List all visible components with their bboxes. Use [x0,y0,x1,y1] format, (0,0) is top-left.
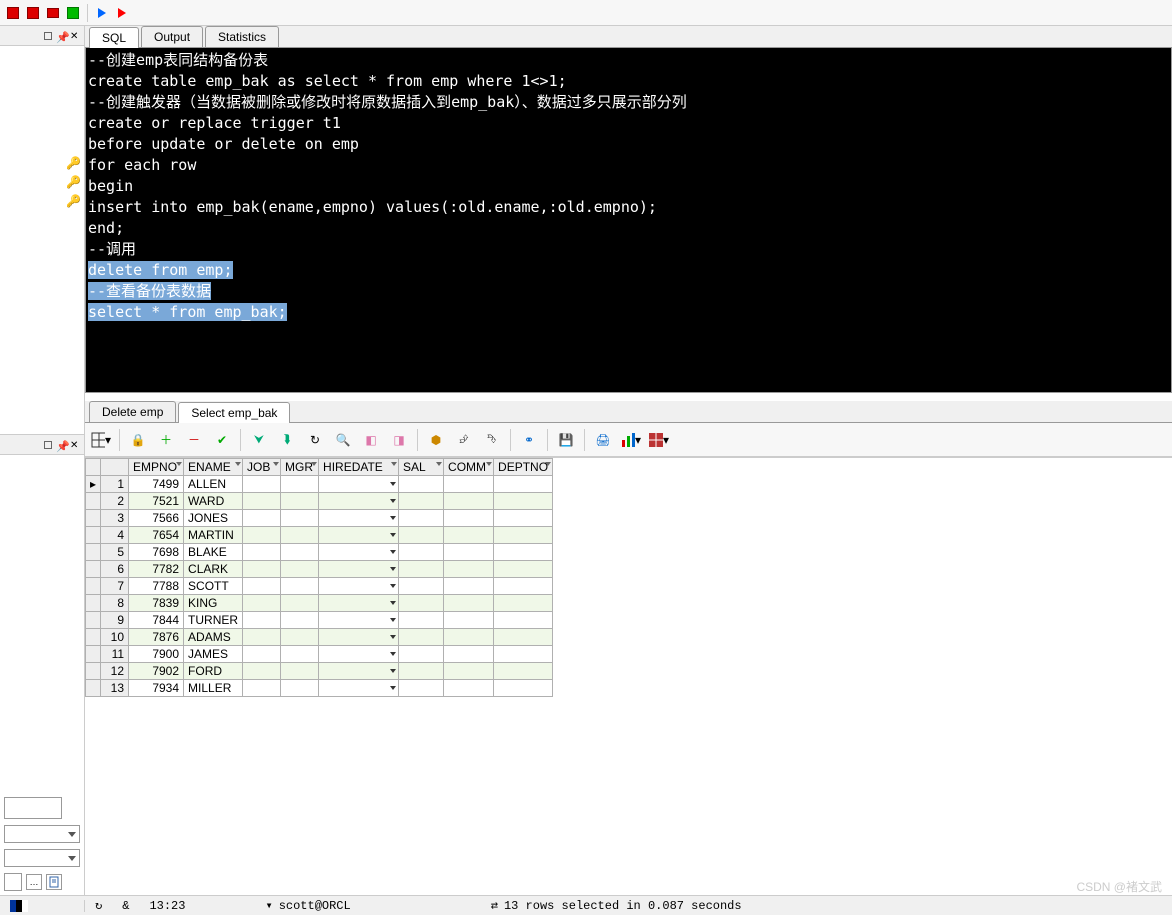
right-panel: SQL Output Statistics --创建emp表同结构备份表crea… [85,26,1172,895]
doc-icon [49,876,59,888]
eraser2-icon[interactable]: ◨ [389,430,409,450]
find-icon[interactable]: 🔍 [333,430,353,450]
sep [119,429,120,451]
panel-close2-icon[interactable]: ✕ [70,440,80,450]
result-tabs: Delete emp Select emp_bak [85,401,1172,423]
watermark: CSDN @褚文武 [1076,878,1162,895]
small-box[interactable] [4,873,22,891]
key-green-icon[interactable]: 🔑 [66,156,80,170]
refresh-icon[interactable]: ↻ [305,430,325,450]
check-icon[interactable]: ✔ [212,430,232,450]
sep [584,429,585,451]
sep [240,429,241,451]
tab-select-empbak[interactable]: Select emp_bak [178,402,290,423]
col-empno[interactable]: EMPNO [129,459,184,476]
tab-statistics[interactable]: Statistics [205,26,279,47]
status-conn[interactable]: ▾ scott@ORCL [255,898,360,913]
panel-restore2-icon[interactable] [44,441,52,449]
bar-chart-icon [621,432,635,448]
col-deptno[interactable]: DEPTNO [494,459,553,476]
combo-2[interactable] [4,849,80,867]
doc-button[interactable] [46,874,62,890]
save-icon[interactable]: 💾 [556,430,576,450]
col-job[interactable]: JOB [243,459,281,476]
key-gray1-icon[interactable]: 🔑 [66,175,80,189]
left-upper-header: 📌 ✕ [0,26,84,46]
left-lower-header: 📌 ✕ [0,435,84,455]
sep [547,429,548,451]
editor-tabs: SQL Output Statistics [85,26,1172,48]
col-hiredate[interactable]: HIREDATE [319,459,399,476]
eraser-icon[interactable]: ◧ [361,430,381,450]
col-sal[interactable]: SAL [399,459,444,476]
tab-output[interactable]: Output [141,26,203,47]
result-grid[interactable]: EMPNOENAMEJOBMGRHIREDATESALCOMMDEPTNO▸17… [85,458,553,697]
plus-icon[interactable]: ＋ [156,430,176,450]
link-icon[interactable]: ⚭ [519,430,539,450]
export-icon[interactable]: ⮵ [454,430,474,450]
cube-green-icon[interactable] [64,4,82,22]
left-lower-panel: … [0,455,84,895]
grid2-icon[interactable]: ▾ [649,430,669,450]
panel-pin2-icon[interactable]: 📌 [56,440,66,450]
lock-icon[interactable]: 🔒 [128,430,148,450]
cube-red-icon[interactable] [4,4,22,22]
col-ename[interactable]: ENAME [184,459,243,476]
sep [510,429,511,451]
tab-delete-emp[interactable]: Delete emp [89,401,176,422]
dots-button[interactable]: … [26,874,42,890]
import-icon[interactable]: ⮷ [482,430,502,450]
main-toolbar [0,0,1172,26]
result-grid-area[interactable]: EMPNOENAMEJOBMGRHIREDATESALCOMMDEPTNO▸17… [85,457,1172,895]
cube-icon[interactable]: ⬢ [426,430,446,450]
sql-editor[interactable]: --创建emp表同结构备份表create table emp_bak as se… [85,48,1172,393]
print-icon[interactable]: 🖨 [593,430,613,450]
key-gray2-icon[interactable]: 🔑 [66,194,80,208]
panel-close-icon[interactable]: ✕ [70,31,80,41]
arrow-red-icon[interactable] [113,4,131,22]
arrow-blue-icon[interactable] [93,4,111,22]
left-panel: 📌 ✕ 🔑 🔑 🔑 📌 ✕ … [0,26,85,895]
tab-sql[interactable]: SQL [89,27,139,48]
grid-icon[interactable]: ▾ [91,430,111,450]
sep [417,429,418,451]
panel-restore-icon[interactable] [44,32,52,40]
panel-pin-icon[interactable]: 📌 [56,31,66,41]
chart-icon[interactable]: ▾ [621,430,641,450]
preview-box [4,797,62,819]
fetch-down-icon[interactable]: ⮟ [249,430,269,450]
result-toolbar: ▾ 🔒 ＋ － ✔ ⮟ ⮯ ↻ 🔍 ◧ ◨ ⬢ ⮵ ⮷ ⚭ 💾 🖨 ▾ [85,423,1172,457]
toolbar-divider [87,4,88,22]
status-msg: ⇄ 13 rows selected in 0.087 seconds [481,898,752,913]
minus-icon[interactable]: － [184,430,204,450]
status-and: & [112,899,139,913]
cube-red2-icon[interactable] [24,4,42,22]
status-refresh[interactable]: ↻ [85,898,112,913]
combo-1[interactable] [4,825,80,843]
flag-icon [10,900,28,912]
col-comm[interactable]: COMM [444,459,494,476]
col-mgr[interactable]: MGR [281,459,319,476]
left-upper-body: 🔑 🔑 🔑 [0,46,84,435]
fetch-all-icon[interactable]: ⮯ [277,430,297,450]
status-pos: 13:23 [139,899,195,913]
cube-db-icon[interactable] [44,4,62,22]
status-bar: ↻ & 13:23 ▾ scott@ORCL ⇄ 13 rows selecte… [0,895,1172,915]
